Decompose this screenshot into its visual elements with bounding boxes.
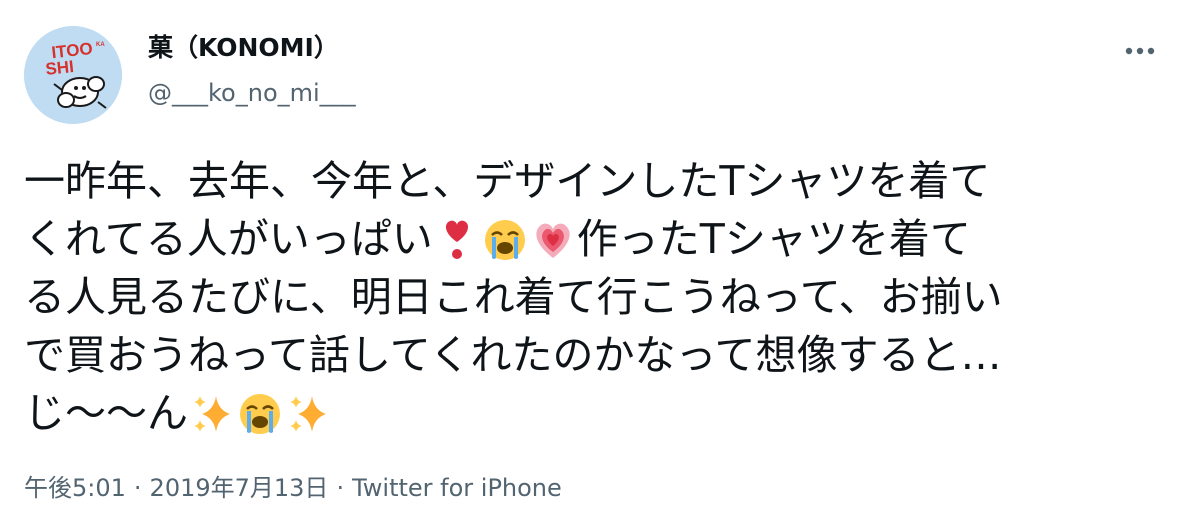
- loudly-crying-face-icon: [238, 392, 282, 436]
- avatar-itooshi-logo-icon: ITOO KA SHI: [24, 26, 122, 124]
- tweet-line-text: 作ったTシャツを着て: [576, 215, 971, 263]
- author-avatar[interactable]: ITOO KA SHI: [24, 26, 122, 124]
- tweet-time[interactable]: 午後5:01: [24, 474, 126, 502]
- sparkles-icon: [190, 392, 234, 436]
- tweet-line-with-emoji: くれてる人がいっぱい 作ったTシャツを着て: [24, 210, 1164, 268]
- growing-heart-icon: [531, 218, 575, 262]
- tweet-meta: 午後5:01 · 2019年7月13日 · Twitter for iPhone: [24, 470, 562, 506]
- tweet-line-with-emoji: じ〜〜ん: [24, 384, 1164, 442]
- tweet-source[interactable]: Twitter for iPhone: [352, 474, 562, 502]
- tweet-date[interactable]: 2019年7月13日: [150, 474, 329, 502]
- svg-text:SHI: SHI: [45, 57, 75, 79]
- heavy-heart-exclamation-icon: [435, 218, 479, 262]
- svg-text:KA: KA: [96, 42, 105, 48]
- sparkles-icon: [286, 392, 330, 436]
- tweet-text: 一昨年、去年、今年と、デザインしたTシャツを着て くれてる人がいっぱい 作ったT…: [24, 152, 1164, 442]
- author-handle[interactable]: @___ko_no_mi___: [148, 77, 356, 109]
- meta-separator: ·: [336, 474, 345, 502]
- more-options-button[interactable]: [1118, 36, 1162, 66]
- more-options-icon: [1125, 47, 1155, 55]
- tweet-line: で買おうねって話してくれたのかなって想像すると…: [24, 331, 1002, 379]
- tweet-line: る人見るたびに、明日これ着て行こうねって、お揃い: [24, 273, 1003, 321]
- tweet-line-text: くれてる人がいっぱい: [24, 215, 433, 263]
- tweet-card: ITOO KA SHI 菓（KONOMI） @___ko_no_mi___ 一昨…: [0, 0, 1184, 530]
- loudly-crying-face-icon: [483, 218, 527, 262]
- author-display-name[interactable]: 菓（KONOMI）: [148, 32, 339, 64]
- tweet-line-text: じ〜〜ん: [24, 389, 188, 437]
- tweet-line: 一昨年、去年、今年と、デザインしたTシャツを着て: [24, 157, 991, 205]
- meta-separator: ·: [133, 474, 142, 502]
